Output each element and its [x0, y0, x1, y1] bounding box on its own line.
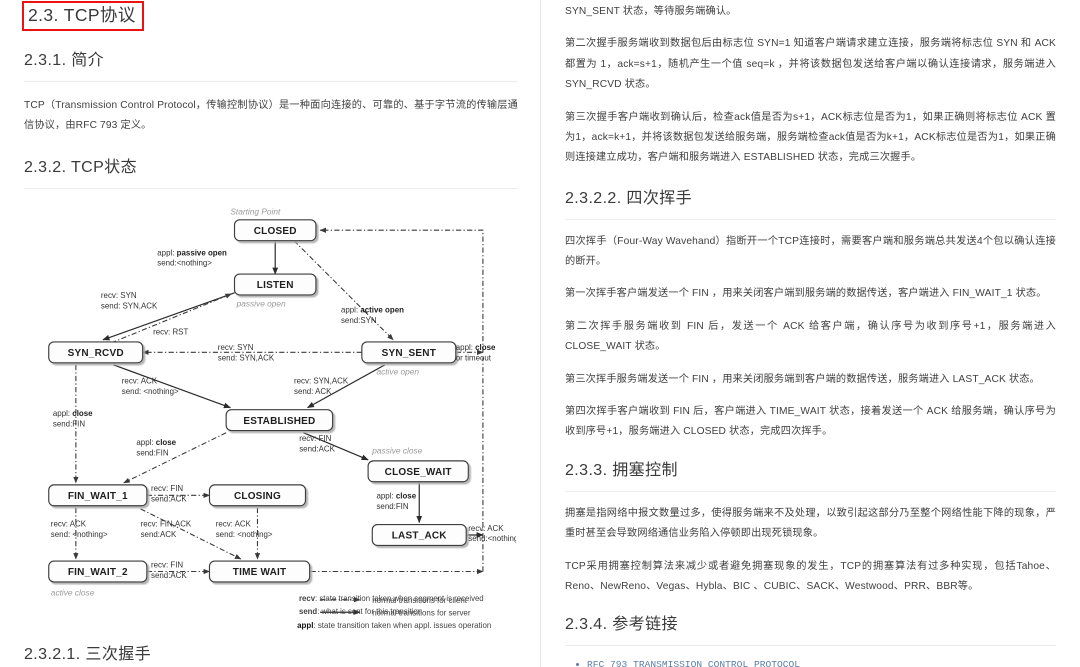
ann-appl-close-2-line1: appl: close [136, 438, 176, 447]
heading-2-3-2-1: 2.3.2.1. 三次握手 [24, 645, 518, 667]
para-congestion-2: TCP采用拥塞控制算法来减少或者避免拥塞现象的发生，TCP的拥塞算法有过多种实现… [565, 560, 1056, 592]
ann-recv-ack-3-line1: recv: ACK [216, 520, 252, 529]
state-label-fin-wait-1: FIN_WAIT_1 [68, 491, 128, 502]
state-label-listen: LISTEN [257, 280, 294, 291]
heading-2-3-2: 2.3.2. TCP状态 [24, 158, 518, 190]
para-wavehand-3: 第三次挥手服务端发送一个 FIN ，用来关闭服务端到客户端的数据传送，服务端进入… [565, 373, 1040, 385]
heading-2-3-3: 2.3.3. 拥塞控制 [565, 461, 1056, 492]
legend-extra-rows: recv: state transition taken when segmen… [299, 593, 540, 618]
ann-appl-close-3-line1: appl: close [376, 492, 416, 501]
ann-recv-fin-1-line2: send:ACK [299, 445, 335, 454]
state-label-established: ESTABLISHED [243, 416, 315, 427]
ann-recv-fin-2-line2: send:ACK [151, 495, 187, 504]
ann-recv-fin-3-line1: recv: FIN [151, 560, 183, 569]
ann-recv-syn-2-line1: recv: SYN [218, 343, 254, 352]
tcp-state-diagram-svg: .nodebox { fill:#fdfdfd; stroke:#3c3c3c;… [48, 207, 516, 630]
state-label-closed: CLOSED [254, 226, 297, 237]
document-page: 2.3. TCP协议 2.3.1. 简介 TCP（Transmission Co… [0, 0, 1080, 667]
ann-appl-close-2-line2: send:FIN [136, 449, 168, 458]
link-rfc-793[interactable]: RFC 793 TRANSMISSION CONTROL PROTOCOL [587, 659, 800, 667]
heading-2-3-2-2: 2.3.2.2. 四次挥手 [565, 189, 1056, 220]
ann-appl-close-to-line1: appl: close [456, 343, 496, 352]
para-wavehand-2: 第二次挥手服务端收到 FIN 后，发送一个 ACK 给客户端，确认序号为收到序号… [565, 320, 1056, 353]
heading-2-3-4: 2.3.4. 参考链接 [565, 615, 1056, 647]
legend-send-desc: : what is sent for this transition [317, 606, 423, 616]
label-starting-point: Starting Point [230, 207, 281, 217]
ann-recv-synack-line1: recv: SYN,ACK [294, 377, 349, 386]
list-item[interactable]: RFC 793 TRANSMISSION CONTROL PROTOCOL [576, 658, 1056, 667]
state-label-closing: CLOSING [234, 491, 281, 502]
ann-recv-fin-3-line2: send:ACK [151, 571, 187, 580]
para-syn-sent: SYN_SENT 状态，等待服务端确认。 [565, 6, 737, 17]
ann-recv-fin-2-line1: recv: FIN [151, 484, 183, 493]
ann-recv-ack-3-line2: send: <nothing> [216, 530, 273, 539]
ann-recv-syn-line2: send: SYN,ACK [101, 302, 158, 311]
para-wavehand-1: 第一次挥手客户端发送一个 FIN ，用来关闭客户端到服务端的数据传送，客户端进入… [565, 288, 1047, 300]
para-third-handshake: 第三次握手客户端收到确认后，检查ack值是否为s+1，ACK标志位是否为1，如果… [565, 111, 1056, 164]
ann-passive-open-line1: appl: passive open [157, 248, 227, 257]
ann-recv-finack-line1: recv: FIN,ACK [141, 520, 192, 529]
para-wavehand-4: 第四次挥手客户端收到 FIN 后，客户端进入 TIME_WAIT 状态，接着发送… [565, 406, 1056, 438]
legend-recv-desc: : state transition taken when segment is… [315, 594, 484, 604]
legend-appl-row: appl: state transition taken when appl. … [297, 621, 491, 630]
ann-appl-close-1-line2: send:FIN [53, 420, 85, 429]
ann-recv-syn-line1: recv: SYN [101, 291, 137, 300]
state-label-syn-sent: SYN_SENT [382, 348, 436, 359]
label-active-open: active open [376, 366, 419, 376]
ann-recv-fin-1-line1: recv: FIN [299, 434, 331, 443]
label-passive-open: passive open [236, 299, 286, 309]
tcp-state-diagram: .nodebox { fill:#fdfdfd; stroke:#3c3c3c;… [24, 201, 516, 631]
para-congestion-1: 拥塞是指网络中报文数量过多，使得服务端来不及处理，以致引起这部分乃至整个网络性能… [565, 507, 1056, 540]
ann-recv-finack-line2: send:ACK [141, 530, 177, 539]
ann-recv-ack-1-line1: recv: ACK [122, 377, 158, 386]
state-label-last-ack: LAST_ACK [392, 531, 448, 542]
ann-active-open-line1: appl: active open [341, 306, 404, 315]
ann-appl-close-3-line2: send:FIN [376, 502, 408, 511]
ann-appl-close-to-line2: or timeout [456, 354, 492, 363]
ann-recv-rst: recv: RST [153, 328, 188, 337]
page-title-highlighted: 2.3. TCP协议 [22, 1, 144, 31]
state-label-time-wait: TIME WAIT [233, 567, 287, 578]
para-second-handshake: 第二次握手服务端收到数据包后由标志位 SYN=1 知道客户端请求建立连接，服务端… [565, 38, 1056, 91]
ann-recv-synack-line2: send: ACK [294, 387, 332, 396]
ann-appl-close-1-line1: appl: close [53, 409, 93, 418]
ann-recv-ack-4-line1: recv: ACK [468, 524, 504, 533]
state-label-close-wait: CLOSE_WAIT [385, 467, 452, 478]
left-column: 2.3. TCP协议 2.3.1. 简介 TCP（Transmission Co… [0, 0, 540, 667]
reference-link-list: RFC 793 TRANSMISSION CONTROL PROTOCOL RF… [565, 658, 1056, 667]
heading-2-3-1: 2.3.1. 简介 [24, 51, 518, 82]
ann-recv-ack-1-line2: send: <nothing> [122, 387, 179, 396]
ann-recv-ack-4-line2: send:<nothing> [468, 534, 516, 543]
state-label-fin-wait-2: FIN_WAIT_2 [68, 567, 128, 578]
ann-recv-ack-2-line2: send: <nothing> [51, 530, 108, 539]
legend-recv-row: recv: state transition taken when segmen… [299, 593, 540, 606]
legend-send-row: send: what is sent for this transition [299, 606, 540, 619]
label-active-close: active close [51, 588, 95, 598]
legend-recv-key: recv [299, 594, 316, 604]
ann-active-open-line2: send:SYN [341, 316, 377, 325]
label-passive-close: passive close [371, 446, 422, 456]
right-column: SYN_SENT 状态，等待服务端确认。 第二次握手服务端收到数据包后由标志位 … [540, 0, 1080, 667]
para-wavehand-intro: 四次挥手（Four-Way Wavehand）指断开一个TCP连接时，需要客户端… [565, 235, 1056, 268]
ann-recv-syn-2-line2: send: SYN,ACK [218, 354, 275, 363]
ann-recv-ack-2-line1: recv: ACK [51, 520, 87, 529]
ann-passive-open-line2: send:<nothing> [157, 259, 212, 268]
legend-send-key: send [299, 606, 318, 616]
intro-paragraph: TCP（Transmission Control Protocol，传输控制协议… [24, 99, 518, 131]
state-label-syn-rcvd: SYN_RCVD [68, 348, 124, 359]
